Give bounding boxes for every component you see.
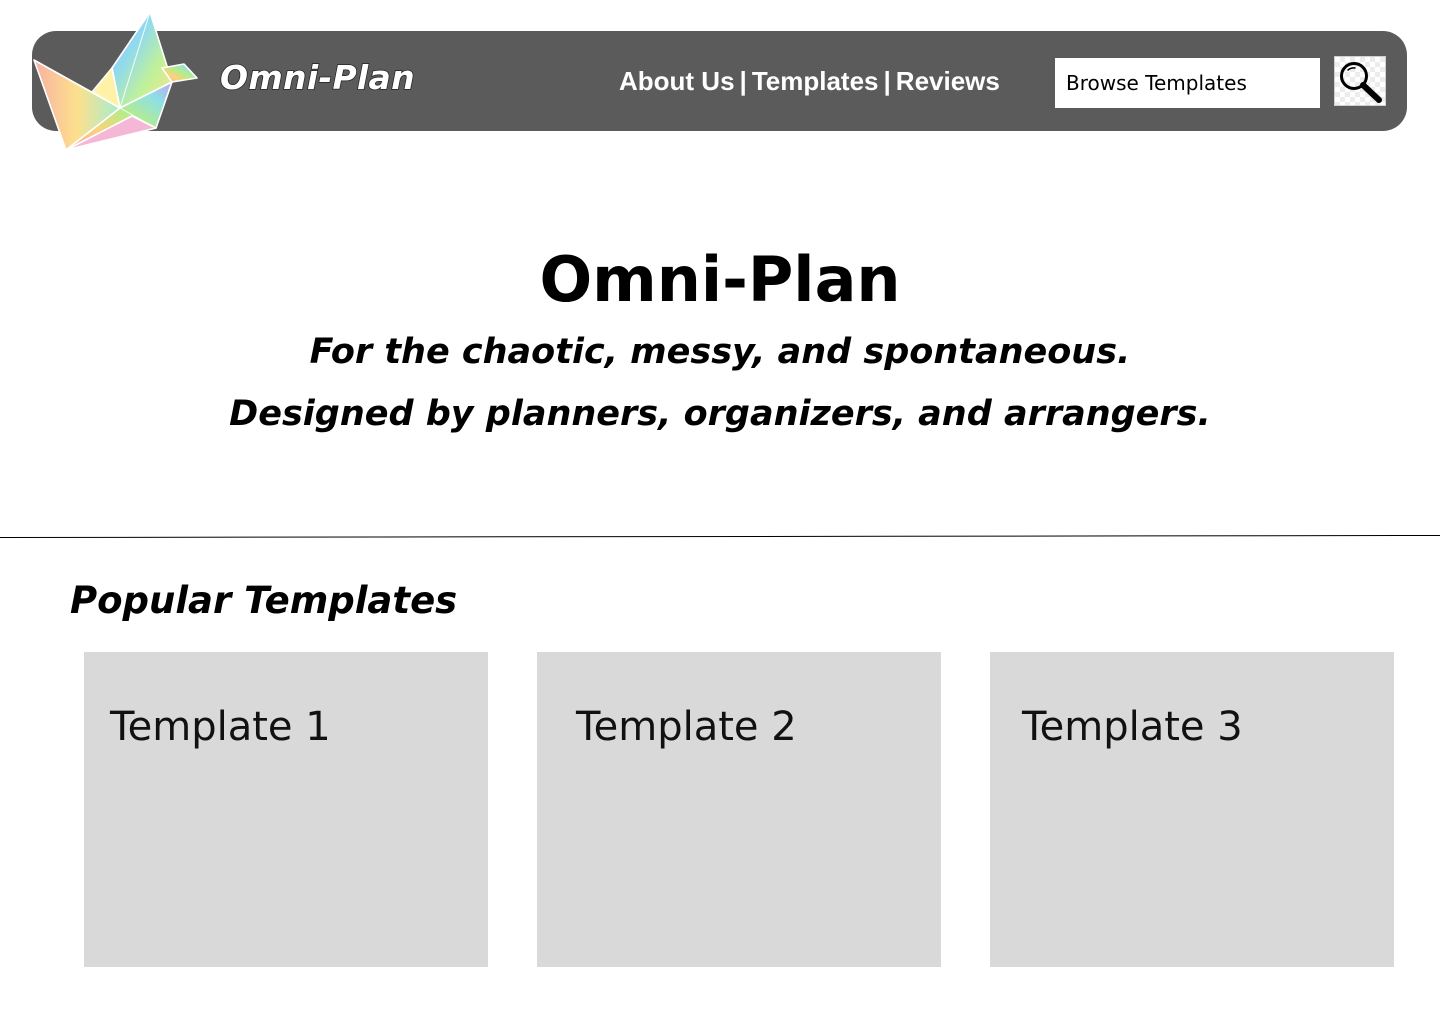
main-nav: About Us | Templates | Reviews xyxy=(619,66,1000,97)
search-input[interactable] xyxy=(1055,58,1320,108)
nav-link-reviews[interactable]: Reviews xyxy=(896,66,1000,96)
template-card-3[interactable]: Template 3 xyxy=(990,652,1394,967)
hero-tagline-2: Designed by planners, organizers, and ar… xyxy=(229,394,1211,434)
template-card-2[interactable]: Template 2 xyxy=(537,652,941,967)
nav-separator: | xyxy=(739,66,747,96)
hero-title: Omni-Plan xyxy=(539,243,901,316)
template-card-label: Template 3 xyxy=(1022,704,1243,750)
nav-link-templates[interactable]: Templates xyxy=(752,66,879,96)
nav-separator: | xyxy=(883,66,891,96)
brand-name[interactable]: Omni-Plan xyxy=(219,57,415,98)
magnifying-glass-icon xyxy=(1340,62,1382,103)
page: Omni-Plan About Us|Templates|Reviews Omn… xyxy=(0,0,1440,1024)
popular-templates-heading: Popular Templates xyxy=(70,579,458,622)
template-card-1[interactable]: Template 1 xyxy=(84,652,488,967)
template-card-label: Template 1 xyxy=(110,704,331,750)
section-divider xyxy=(0,534,1440,539)
template-card-label: Template 2 xyxy=(576,704,797,750)
search-button[interactable] xyxy=(1334,56,1386,106)
origami-crane-logo-icon[interactable] xyxy=(32,8,202,156)
hero-tagline-1: For the chaotic, messy, and spontaneous. xyxy=(309,332,1131,372)
nav-link-about-us[interactable]: About Us xyxy=(619,66,735,96)
